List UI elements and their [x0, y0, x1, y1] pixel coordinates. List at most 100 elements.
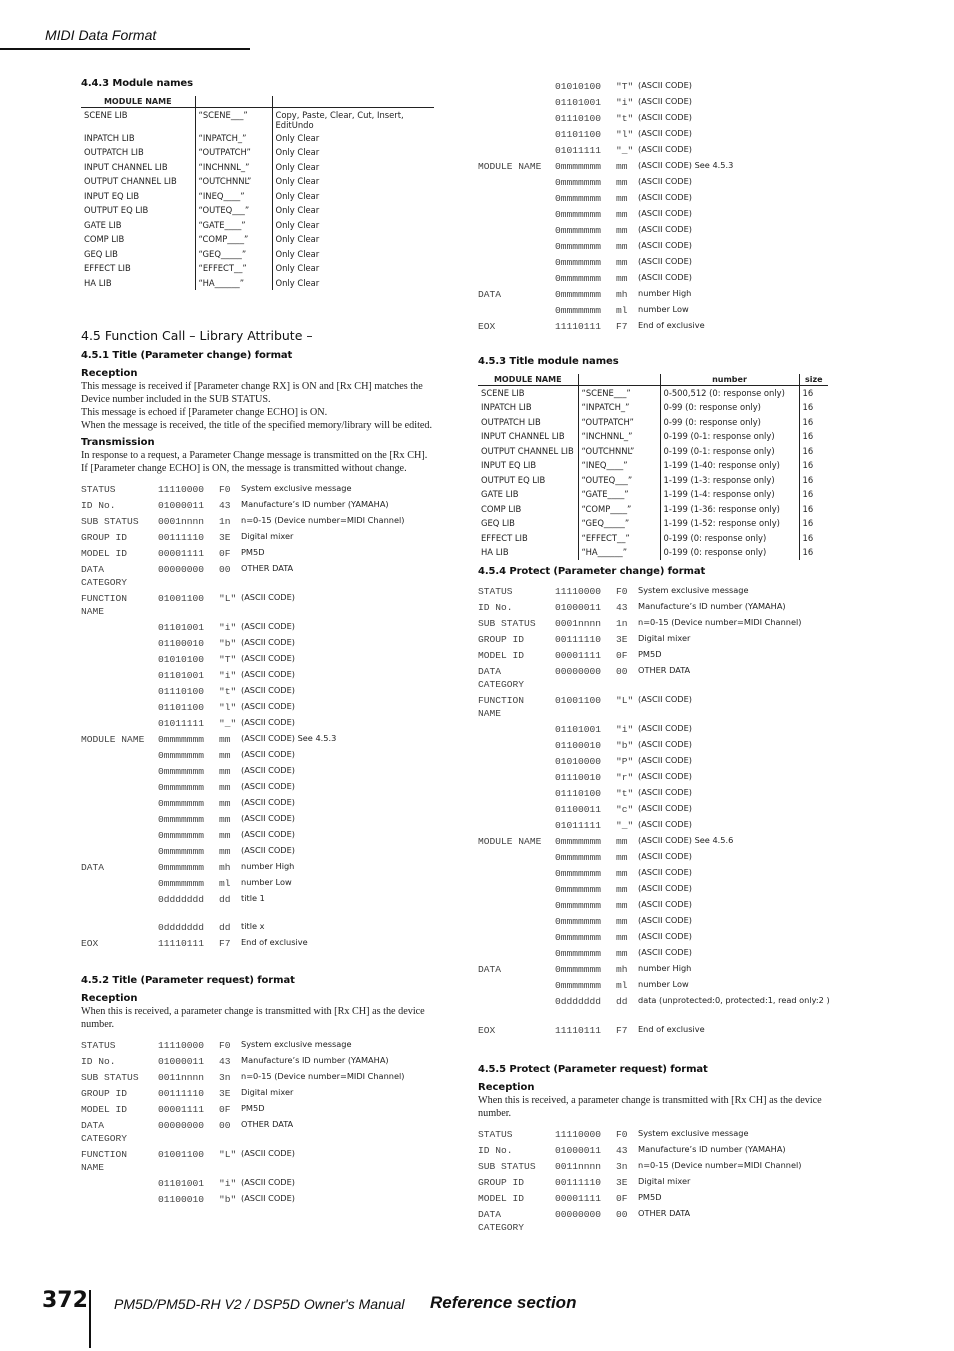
hex-value: mm — [616, 209, 628, 220]
field-label: GROUP ID — [81, 532, 128, 544]
hex-value: mm — [616, 899, 628, 911]
sysex-row: 01101001 "i" (ASCII CODE) — [478, 96, 833, 112]
field-description: (ASCII CODE) — [638, 754, 692, 765]
size-cell: 16 — [798, 487, 828, 502]
sysex-row: ID No. 01000011 43 Manufacture’s ID number … — [81, 1055, 436, 1071]
reception-heading: Reception — [81, 368, 138, 380]
hex-value: 0F — [616, 649, 628, 661]
section-heading-4-5-5: 4.5.5 Protect (Parameter request) format — [478, 1063, 708, 1075]
field-description: (ASCII CODE) — [638, 738, 692, 749]
field-description: OTHER DATA — [241, 1119, 294, 1130]
hex-value: 3E — [616, 1176, 628, 1188]
hex-value: mm — [219, 830, 231, 842]
field-description: (ASCII CODE) — [638, 914, 692, 925]
module-name-cell: HA LIB — [84, 277, 112, 288]
binary-value: 0mmmmmmm — [555, 931, 602, 943]
hex-value: 3n — [219, 1072, 231, 1084]
binary-value: 0mmmmmmm — [555, 209, 602, 220]
size-cell: 16 — [798, 545, 828, 560]
field-description: (ASCII CODE) — [638, 930, 692, 941]
field-description: (ASCII CODE) — [241, 765, 295, 776]
hex-value: ml — [616, 979, 628, 991]
sysex-row: 01011111 "_" (ASCII CODE) — [81, 717, 436, 733]
binary-value: 0mmmmmmm — [555, 305, 602, 316]
binary-value: 0mmmmmmm — [555, 225, 602, 236]
binary-value: 01101001 — [555, 723, 602, 735]
field-description: End of exclusive — [241, 937, 308, 948]
sysex-row: MODEL ID 00001111 0F PM5D — [81, 1103, 436, 1119]
id-string-cell: “INEQ____” — [577, 458, 660, 473]
sysex-row: 01110100 "t" (ASCII CODE) — [81, 685, 436, 701]
header-rule — [0, 48, 250, 50]
field-description: (ASCII CODE) — [638, 693, 692, 704]
field-label: SUB STATUS — [81, 516, 139, 528]
sysex-row: 01010100 "T" (ASCII CODE) — [478, 80, 833, 96]
hex-value: 3E — [616, 633, 628, 645]
operations-cell: Only Clear — [271, 145, 434, 160]
left-column: 4.4.3 Module names MODULE NAME SCENE LIB… — [81, 78, 436, 1209]
sysex-row: 01100010 "b" (ASCII CODE) — [81, 637, 436, 653]
size-cell: 16 — [798, 385, 828, 400]
size-cell: 16 — [798, 458, 828, 473]
hex-value: mm — [616, 177, 628, 188]
field-label: EOX — [81, 938, 99, 950]
id-string-cell: “GEQ_____” — [194, 246, 272, 262]
sysex-row: GROUP ID 00111110 3E Digital mixer — [81, 531, 436, 547]
sysex-row: STATUS 11110000 F0 System exclusive message — [478, 1128, 833, 1144]
sysex-row: MODEL ID 00001111 0F PM5D — [81, 547, 436, 563]
binary-value: 0mmmmmmm — [158, 830, 205, 842]
table-row: INPUT EQ LIB “INEQ____” Only Clear — [81, 188, 434, 204]
id-string-cell: “GEQ_____” — [577, 516, 660, 531]
table-row: EFFECT LIB “EFFECT__” Only Clear — [81, 261, 434, 276]
table-row: SCENE LIB “SCENE___” 0-500,512 (0: respons… — [478, 385, 828, 400]
sysex-row: 01011111 "_" (ASCII CODE) — [478, 144, 833, 160]
size-cell: 16 — [798, 501, 828, 516]
field-description: (ASCII CODE) — [638, 882, 692, 893]
hex-value: "i" — [219, 622, 237, 634]
sysex-row: MODEL ID 00001111 0F PM5D — [478, 649, 833, 665]
binary-value: 0mmmmmmm — [555, 899, 602, 911]
column-header-size: size — [798, 374, 828, 386]
hex-value: 3E — [219, 1088, 231, 1100]
binary-value: 01011111 — [555, 145, 602, 156]
hex-value: 00 — [616, 1208, 628, 1220]
module-name-cell: OUTPUT CHANNEL LIB — [84, 176, 177, 187]
binary-value: 01010100 — [555, 81, 602, 92]
sysex-row: 0mmmmmmm ml number Low — [81, 877, 436, 893]
hex-value: mm — [616, 835, 628, 847]
binary-value: 0mmmmmmm — [158, 750, 205, 762]
sysex-row: 0mmmmmmm mm (ASCII CODE) — [81, 813, 436, 829]
field-description: (ASCII CODE) — [241, 621, 295, 632]
field-label: STATUS — [81, 1040, 116, 1052]
sysex-row: DATA CATEGORY 00000000 00 OTHER DATA — [478, 665, 833, 694]
field-description: (ASCII CODE) — [241, 813, 295, 824]
hex-value: mh — [616, 963, 628, 975]
binary-value: 0mmmmmmm — [555, 289, 602, 300]
binary-value: 0mmmmmmm — [555, 177, 602, 188]
number-cell: 0-99 (0: response only) — [659, 414, 799, 429]
module-name-cell: OUTPATCH LIB — [84, 147, 144, 158]
sysex-row: STATUS 11110000 F0 System exclusive message — [478, 585, 833, 601]
binary-value: 0mmmmmmm — [555, 979, 602, 991]
sysex-row: 01010100 "T" (ASCII CODE) — [81, 653, 436, 669]
field-label: MODEL ID — [81, 548, 128, 560]
table-row: GATE LIB “GATE____” 1-199 (1-4: response o… — [478, 487, 828, 502]
hex-value: "_" — [616, 145, 634, 156]
binary-value: 01101001 — [158, 1178, 205, 1190]
field-description: (ASCII CODE) — [638, 144, 692, 154]
field-description: (ASCII CODE) — [638, 256, 692, 266]
binary-value: 01001100 — [555, 694, 602, 706]
section-heading-4-5-3: 4.5.3 Title module names — [478, 356, 619, 367]
hex-value: "r" — [616, 771, 634, 783]
hex-value: mh — [219, 862, 231, 874]
field-label: GROUP ID — [81, 1088, 128, 1100]
sysex-row: GROUP ID 00111110 3E Digital mixer — [478, 633, 833, 649]
module-name-cell: OUTPUT CHANNEL LIB — [481, 445, 574, 456]
id-string-cell: “OUTPATCH” — [194, 145, 272, 160]
hex-value: "i" — [219, 670, 237, 682]
number-cell: 1-199 (1-3: response only) — [659, 472, 799, 487]
sysex-row: 0mmmmmmm mm (ASCII CODE) — [478, 240, 833, 256]
hex-value: 00 — [219, 564, 231, 576]
binary-value: 0mmmmmmm — [158, 766, 205, 778]
field-description: OTHER DATA — [638, 664, 691, 675]
